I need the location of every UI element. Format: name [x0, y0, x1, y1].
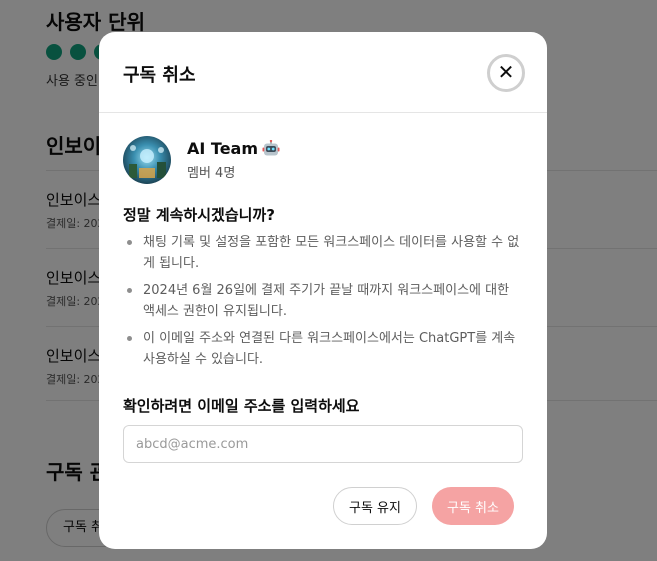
- close-icon: ✕: [497, 62, 515, 84]
- consequence-list: 채팅 기록 및 설정을 포함한 모든 워크스페이스 데이터를 사용할 수 없게 …: [123, 232, 523, 376]
- list-item: 2024년 6월 26일에 결제 주기가 끝날 때까지 워크스페이스에 대한 액…: [123, 280, 523, 322]
- email-field[interactable]: [123, 425, 523, 463]
- list-item: 채팅 기록 및 설정을 포함한 모든 워크스페이스 데이터를 사용할 수 없게 …: [123, 232, 523, 274]
- keep-subscription-button[interactable]: 구독 유지: [333, 487, 417, 525]
- robot-icon: [262, 139, 280, 158]
- close-button[interactable]: ✕: [487, 54, 525, 92]
- team-member-count: 멤버 4명: [187, 166, 236, 181]
- team-card: AI Team 멤버 4명: [123, 136, 280, 184]
- list-item: 이 이메일 주소와 연결된 다른 워크스페이스에서는 ChatGPT를 계속 사…: [123, 328, 523, 370]
- dialog-title: 구독 취소: [123, 65, 196, 86]
- dialog-header: 구독 취소 ✕: [99, 32, 547, 113]
- email-confirm-label: 확인하려면 이메일 주소를 입력하세요: [123, 397, 360, 415]
- confirm-question: 정말 계속하시겠습니까?: [123, 206, 275, 224]
- team-avatar: [123, 136, 171, 184]
- team-name: AI Team: [187, 139, 259, 158]
- cancel-subscription-dialog: 구독 취소 ✕ AI Team 멤버 4명 정말 계속하시겠습니까? 채팅 기록…: [99, 32, 547, 549]
- cancel-subscription-button[interactable]: 구독 취소: [432, 487, 514, 525]
